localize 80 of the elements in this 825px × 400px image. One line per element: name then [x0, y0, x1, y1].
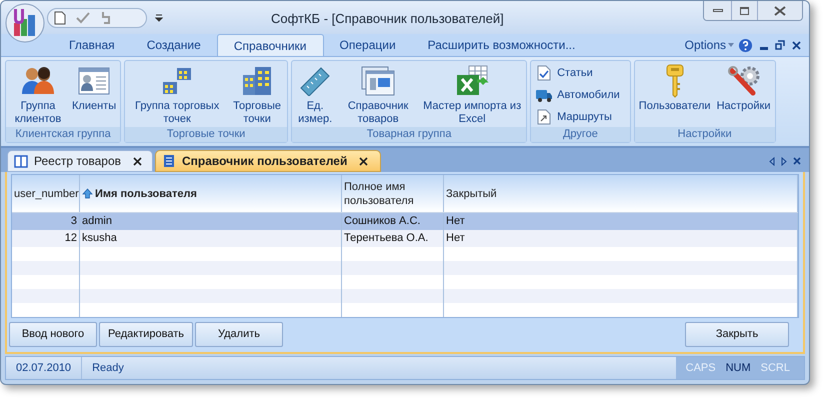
action-button[interactable]: Редактировать [99, 322, 193, 346]
checkmark-icon[interactable] [76, 12, 90, 24]
tab-label: Справочник пользователей [182, 153, 348, 170]
table-row[interactable]: 3 admin Сошников А.С. Нет [12, 213, 798, 230]
close-dialog-button[interactable]: Закрыть [685, 322, 789, 346]
scroll-left-icon[interactable] [769, 156, 775, 166]
status-message: Ready [91, 360, 125, 376]
header-label: Закрытый [446, 186, 497, 201]
key-indicator: CAPS [686, 360, 716, 376]
ribbon-tab[interactable]: Справочники [216, 34, 324, 56]
ribbon-tab[interactable]: Операции [324, 34, 412, 56]
ribbon-button[interactable]: Группа торговых точек [127, 100, 228, 126]
group-label: Клиентская группа [6, 127, 120, 142]
caret-icon [728, 43, 734, 47]
maximize-button[interactable] [732, 1, 758, 20]
ribbon-button[interactable]: Настройки [714, 100, 773, 113]
wrench-gear-icon [726, 65, 761, 97]
ribbon-button[interactable]: Группа клиентов [8, 100, 68, 126]
column-header[interactable]: Имя пользователя [80, 175, 342, 212]
maximize-icon [740, 6, 749, 14]
checked-document-icon [537, 65, 552, 81]
ribbon-button[interactable]: Пользователи [636, 100, 713, 113]
ribbon-button[interactable]: Автомобили [557, 86, 626, 104]
action-button[interactable]: Ввод нового [9, 322, 97, 346]
ribbon-button[interactable]: Торговые точки [229, 100, 286, 126]
route-document-icon [537, 109, 552, 125]
group-label: Другое [531, 127, 630, 142]
options-menu[interactable]: Options [684, 36, 734, 54]
document-tab[interactable]: Реестр товаров [7, 150, 153, 172]
minimize-button[interactable] [704, 1, 732, 20]
ribbon-tab[interactable]: Главная [53, 34, 131, 56]
ribbon-button[interactable]: Маршруты [557, 108, 618, 126]
database-icon [162, 154, 176, 168]
close-icon [774, 6, 786, 16]
new-document-icon[interactable] [54, 10, 66, 24]
window-stack-icon [361, 66, 396, 96]
ribbon-button[interactable]: Статьи [557, 64, 599, 82]
group-label: Товарная группа [292, 127, 526, 142]
spreadsheet-import-icon [455, 65, 490, 97]
close-button[interactable] [758, 1, 802, 20]
table-row[interactable]: 12 ksusha Терентьева О.А. Нет [12, 230, 798, 248]
customize-toolbar-icon[interactable] [155, 14, 163, 22]
document-tab[interactable]: Справочник пользователей [155, 150, 382, 172]
status-date: 02.07.2010 [6, 357, 82, 379]
column-header[interactable]: Закрытый [444, 175, 798, 212]
ribbon-tab[interactable]: Расширить возможности... [412, 34, 592, 56]
book-icon [14, 154, 28, 168]
office-building-icon [241, 65, 274, 97]
column-header[interactable]: user_number [12, 175, 80, 212]
group-label: Торговые точки [125, 127, 288, 142]
sort-ascending-icon [82, 188, 93, 200]
ribbon-button[interactable]: Ед. измер. [294, 100, 336, 126]
minimize-icon[interactable] [760, 46, 768, 50]
key-indicator: NUM [726, 360, 751, 376]
people-icon [21, 66, 55, 96]
window-title: СофтКБ - [Справочник пользователей] [271, 10, 504, 28]
header-label: Имя пользователя [95, 186, 197, 201]
ribbon-button[interactable]: Справочник товаров [338, 100, 418, 126]
ribbon-button[interactable]: Мастер импорта из Excel [420, 100, 524, 126]
ruler-icon [299, 66, 332, 96]
contact-card-icon [78, 67, 110, 95]
close-icon[interactable] [792, 40, 801, 50]
buildings-icon [161, 66, 194, 96]
close-icon[interactable] [359, 156, 368, 166]
action-button[interactable]: Удалить [195, 322, 283, 346]
scroll-right-icon[interactable] [781, 156, 787, 166]
header-label: user_number [14, 186, 79, 201]
ribbon-tab[interactable]: Создание [130, 34, 217, 56]
group-label: Настройки [634, 127, 775, 142]
close-icon[interactable] [133, 156, 142, 166]
ribbon-button[interactable]: Клиенты [70, 100, 118, 113]
header-label: Полное имя пользователя [344, 180, 415, 208]
truck-icon [535, 87, 554, 103]
restore-icon[interactable] [775, 40, 785, 50]
key-indicator: SCRL [760, 360, 790, 376]
minimize-icon [712, 9, 722, 12]
column-header[interactable]: Полное имя пользователя [342, 175, 444, 212]
tab-label: Реестр товаров [34, 153, 121, 170]
help-icon[interactable] [738, 38, 753, 52]
key-icon [664, 64, 685, 98]
